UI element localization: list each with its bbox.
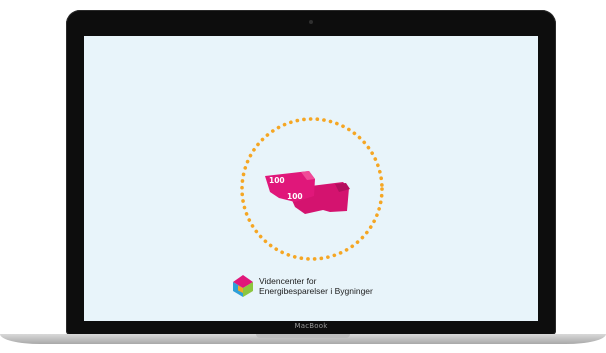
laptop-screen: 100 100 Videncenter for Energibesparelse… xyxy=(84,36,538,321)
device-brand-label: MacBook xyxy=(294,322,328,330)
logo-line-1: Videncenter for xyxy=(259,276,317,286)
banknote-front-value: 100 xyxy=(269,176,285,185)
house-logo-icon xyxy=(233,275,253,297)
logo-wordmark: Videncenter for Energibesparelser i Bygn… xyxy=(259,276,373,296)
webcam xyxy=(309,20,313,24)
money-illustration: 100 100 xyxy=(239,116,385,262)
laptop-lid: 100 100 Videncenter for Energibesparelse… xyxy=(66,10,556,335)
organization-logo: Videncenter for Energibesparelser i Bygn… xyxy=(232,274,373,298)
logo-line-2: Energibesparelser i Bygninger xyxy=(259,286,373,296)
banknotes-icon: 100 100 xyxy=(265,171,350,214)
laptop-mockup: 100 100 Videncenter for Energibesparelse… xyxy=(0,0,606,353)
dotted-circle-icon: 100 100 xyxy=(240,117,384,261)
banknote-back-value: 100 xyxy=(287,192,303,201)
laptop-base-notch xyxy=(256,334,350,338)
